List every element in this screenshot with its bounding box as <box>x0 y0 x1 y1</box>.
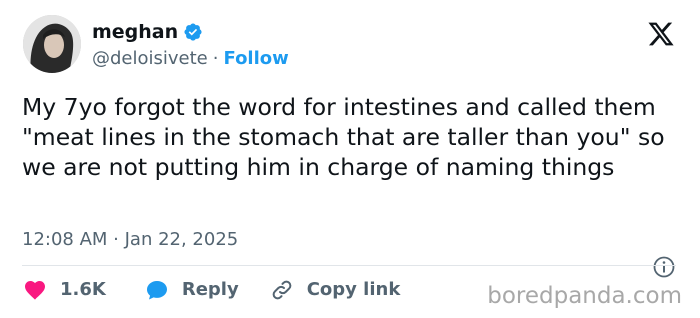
display-name[interactable]: meghan <box>92 20 178 44</box>
heart-icon <box>25 281 45 300</box>
link-icon <box>272 280 292 300</box>
tweet-text: My 7yo forgot the word for intestines an… <box>22 93 665 181</box>
copy-link-label: Copy link <box>306 279 401 300</box>
author-handle[interactable]: @deloisivete <box>92 47 208 71</box>
watermark: boredpanda.com <box>487 283 682 309</box>
tweet-timestamp[interactable]: 12:08 AM · Jan 22, 2025 <box>22 228 238 252</box>
follow-button[interactable]: Follow <box>224 47 289 71</box>
separator-dot: · <box>212 48 219 69</box>
x-logo-icon[interactable] <box>646 20 676 48</box>
copy-link-button[interactable]: Copy link <box>269 278 401 302</box>
info-icon[interactable] <box>652 255 676 279</box>
tweet-actions: 1.6K Reply Copy link <box>22 278 400 302</box>
handle-row: @deloisivete · Follow <box>92 47 289 71</box>
likes-count: 1.6K <box>60 279 106 300</box>
reply-label: Reply <box>181 279 239 300</box>
reply-button[interactable]: Reply <box>144 278 239 302</box>
divider <box>22 265 676 266</box>
avatar[interactable] <box>23 15 81 73</box>
author-name-row: meghan <box>92 20 203 44</box>
speech-bubble-icon <box>146 281 167 300</box>
like-button[interactable]: 1.6K <box>22 278 106 302</box>
verified-badge-icon <box>184 23 202 41</box>
avatar-image <box>23 15 81 73</box>
